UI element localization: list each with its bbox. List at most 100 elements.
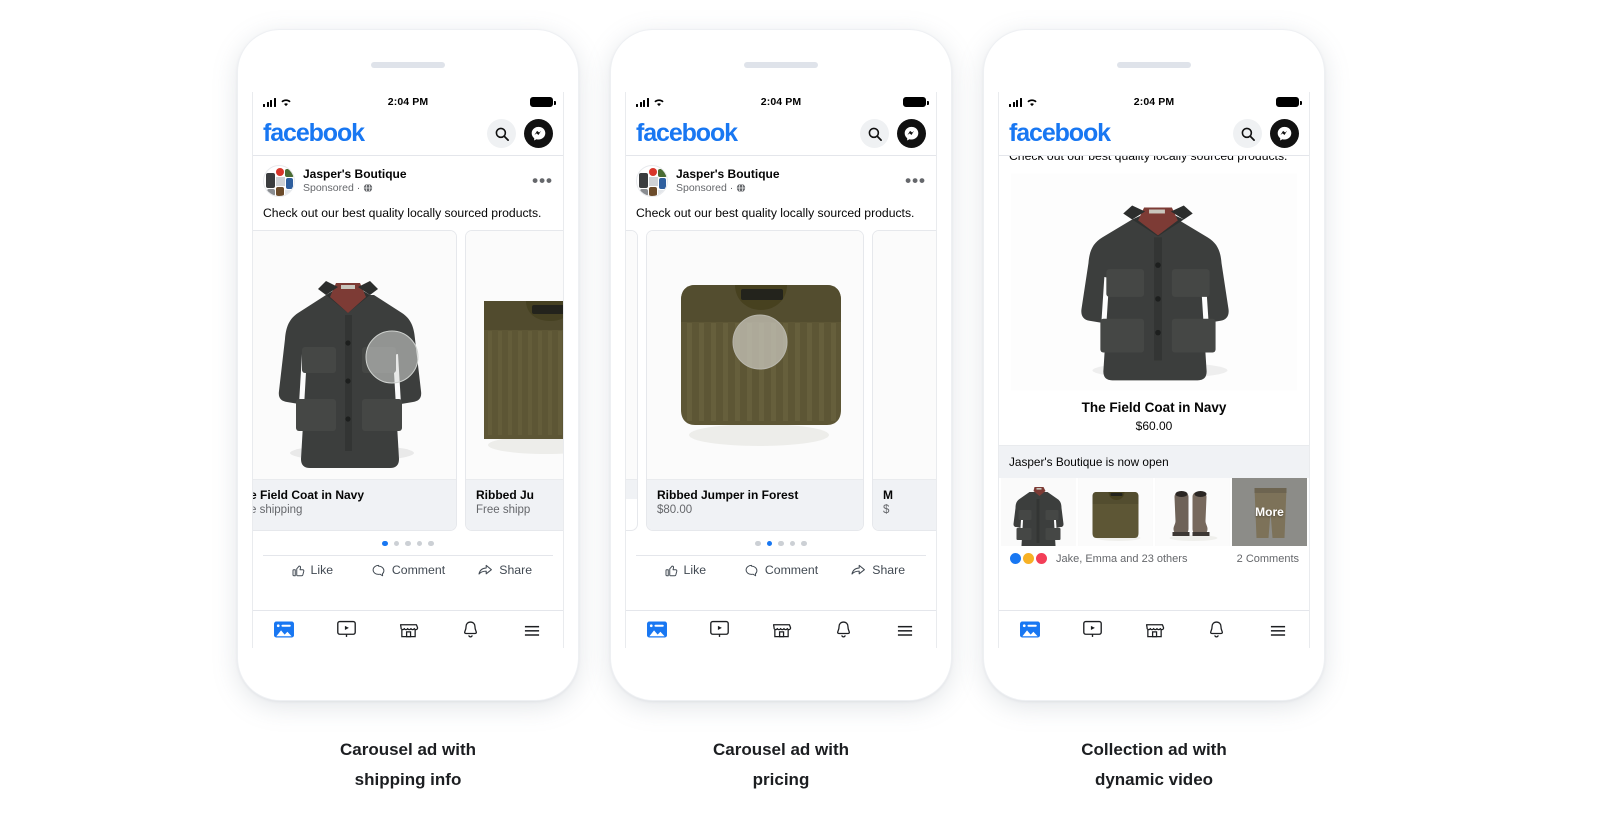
phone-screen: 2:04 PM facebook Jasper's Boutique Spons…: [625, 92, 937, 648]
battery-full-icon: [1276, 96, 1302, 108]
collection-thumbnail-more[interactable]: More: [1232, 478, 1307, 546]
comment-count-text[interactable]: 2 Comments: [1237, 553, 1299, 565]
collection-product-title: The Field Coat in Navy: [1081, 400, 1227, 415]
card-subtitle: Free shipp: [476, 504, 531, 517]
pager-dot[interactable]: [755, 540, 761, 547]
phone-screen: 2:04 PM facebook Jasper's Boutique Spons…: [252, 92, 564, 648]
post-menu-icon[interactable]: •••: [532, 172, 553, 188]
sidebar-item-watch[interactable]: [315, 620, 377, 639]
pager-dot[interactable]: [778, 540, 784, 547]
sidebar-item-watch[interactable]: [1061, 620, 1123, 639]
product-image-next-partial: [873, 230, 936, 479]
sidebar-item-news-feed[interactable]: [626, 620, 688, 639]
pager-dot[interactable]: [382, 540, 388, 547]
sidebar-item-menu[interactable]: [1247, 620, 1309, 640]
collection-thumbnail-jacket[interactable]: [1001, 478, 1076, 546]
sidebar-item-notifications[interactable]: [1185, 620, 1247, 639]
pager-dot[interactable]: [393, 540, 400, 547]
card-title: Ribbed Jumper in Forest: [657, 487, 799, 502]
search-icon[interactable]: [860, 119, 889, 148]
comment-button[interactable]: Comment: [733, 562, 830, 578]
sidebar-item-notifications[interactable]: [439, 620, 501, 639]
share-button[interactable]: Share: [829, 562, 926, 578]
post-header: Jasper's Boutique Sponsored · •••: [253, 156, 563, 201]
sidebar-item-menu[interactable]: [874, 620, 936, 640]
post-menu-icon[interactable]: •••: [905, 172, 926, 188]
sidebar-item-news-feed[interactable]: [999, 620, 1061, 639]
card-title: Ribbed Ju: [476, 487, 535, 502]
watch-video-icon: [336, 620, 356, 637]
meta-separator: ·: [356, 181, 361, 194]
page-name[interactable]: Jasper's Boutique: [676, 167, 780, 182]
product-image-sweater: [647, 230, 863, 479]
facebook-header: facebook: [999, 112, 1309, 156]
bottom-navigation: [253, 610, 563, 648]
messenger-icon[interactable]: [524, 119, 553, 148]
thumbs-up-icon: [665, 565, 677, 577]
pager-dot[interactable]: [416, 540, 423, 547]
notification-bell-icon: [836, 621, 850, 638]
carousel-card[interactable]: [626, 229, 638, 531]
search-icon[interactable]: [487, 119, 516, 148]
avatar[interactable]: [636, 165, 668, 197]
reaction-haha-icon: [1022, 552, 1035, 565]
pager-dot[interactable]: [789, 540, 796, 547]
pager-dot[interactable]: [801, 540, 807, 547]
carousel-track[interactable]: e Field Coat in Navy e shipping Ribbed J…: [253, 229, 563, 531]
search-icon[interactable]: [1233, 119, 1262, 148]
phone-speaker-grille: [371, 62, 445, 68]
sidebar-item-watch[interactable]: [688, 620, 750, 639]
carousel-card[interactable]: M $: [872, 229, 936, 531]
card-subtitle: $80.00: [657, 504, 693, 517]
bottom-navigation: [999, 610, 1309, 648]
page-name[interactable]: Jasper's Boutique: [303, 167, 407, 182]
post-actions: Like Comment Share: [636, 555, 926, 585]
post-header: Jasper's Boutique Sponsored · •••: [626, 156, 936, 201]
like-button[interactable]: Like: [636, 562, 733, 578]
caption-line-1: Carousel ad with: [339, 740, 477, 759]
messenger-icon[interactable]: [1270, 119, 1299, 148]
sidebar-item-notifications[interactable]: [812, 620, 874, 639]
facebook-logo: facebook: [636, 119, 738, 147]
phone-speaker-grille: [744, 62, 818, 68]
globe-icon: [737, 183, 746, 193]
carousel-track[interactable]: Ribbed Jumper in Forest $80.00 M $: [626, 229, 936, 531]
share-button[interactable]: Share: [456, 562, 553, 578]
collection-thumbnail-boots[interactable]: [1155, 478, 1230, 546]
news-feed-icon: [274, 621, 294, 638]
marketplace-store-icon: [1145, 624, 1164, 638]
messenger-icon[interactable]: [897, 119, 926, 148]
post-reactions: Jake, Emma and 23 others 2 Comments: [999, 546, 1309, 565]
card-caption: [626, 478, 637, 499]
pager-dot[interactable]: [405, 540, 411, 547]
sidebar-item-marketplace[interactable]: [1123, 620, 1185, 639]
carousel-pager[interactable]: [253, 531, 563, 556]
caption-carousel-shipping: Carousel ad with shipping info: [238, 735, 578, 796]
carousel-card[interactable]: Ribbed Ju Free shipp: [465, 229, 563, 531]
sidebar-item-marketplace[interactable]: [750, 620, 812, 639]
comment-bubble-icon: [745, 564, 758, 577]
carousel-card[interactable]: e Field Coat in Navy e shipping: [253, 229, 457, 531]
card-caption: M $: [873, 478, 936, 530]
comment-button[interactable]: Comment: [360, 562, 457, 578]
reaction-count-text[interactable]: Jake, Emma and 23 others: [1056, 553, 1187, 565]
like-button[interactable]: Like: [263, 562, 360, 578]
sidebar-item-marketplace[interactable]: [377, 620, 439, 639]
caption-collection-video: Collection ad with dynamic video: [984, 735, 1324, 796]
pager-dot[interactable]: [766, 540, 773, 547]
sidebar-item-menu[interactable]: [501, 620, 563, 640]
sidebar-item-news-feed[interactable]: [253, 620, 315, 639]
post-body-text: Check out our best quality locally sourc…: [636, 206, 915, 220]
phone-mockup-carousel-shipping: 2:04 PM facebook Jasper's Boutique Spons…: [238, 30, 578, 700]
like-label: Like: [310, 563, 334, 578]
product-image-field-jacket-partial: [626, 230, 637, 479]
collection-hero-image[interactable]: [1011, 173, 1297, 391]
pager-dot[interactable]: [428, 540, 434, 547]
collection-banner: Jasper's Boutique is now open: [999, 445, 1309, 478]
avatar[interactable]: [263, 165, 295, 197]
battery-full-icon: [903, 96, 929, 108]
carousel-pager[interactable]: [626, 531, 936, 556]
collection-thumbnail-sweater[interactable]: [1078, 478, 1153, 546]
collection-product-price: $60.00: [1135, 419, 1173, 433]
carousel-card[interactable]: Ribbed Jumper in Forest $80.00: [646, 229, 864, 531]
